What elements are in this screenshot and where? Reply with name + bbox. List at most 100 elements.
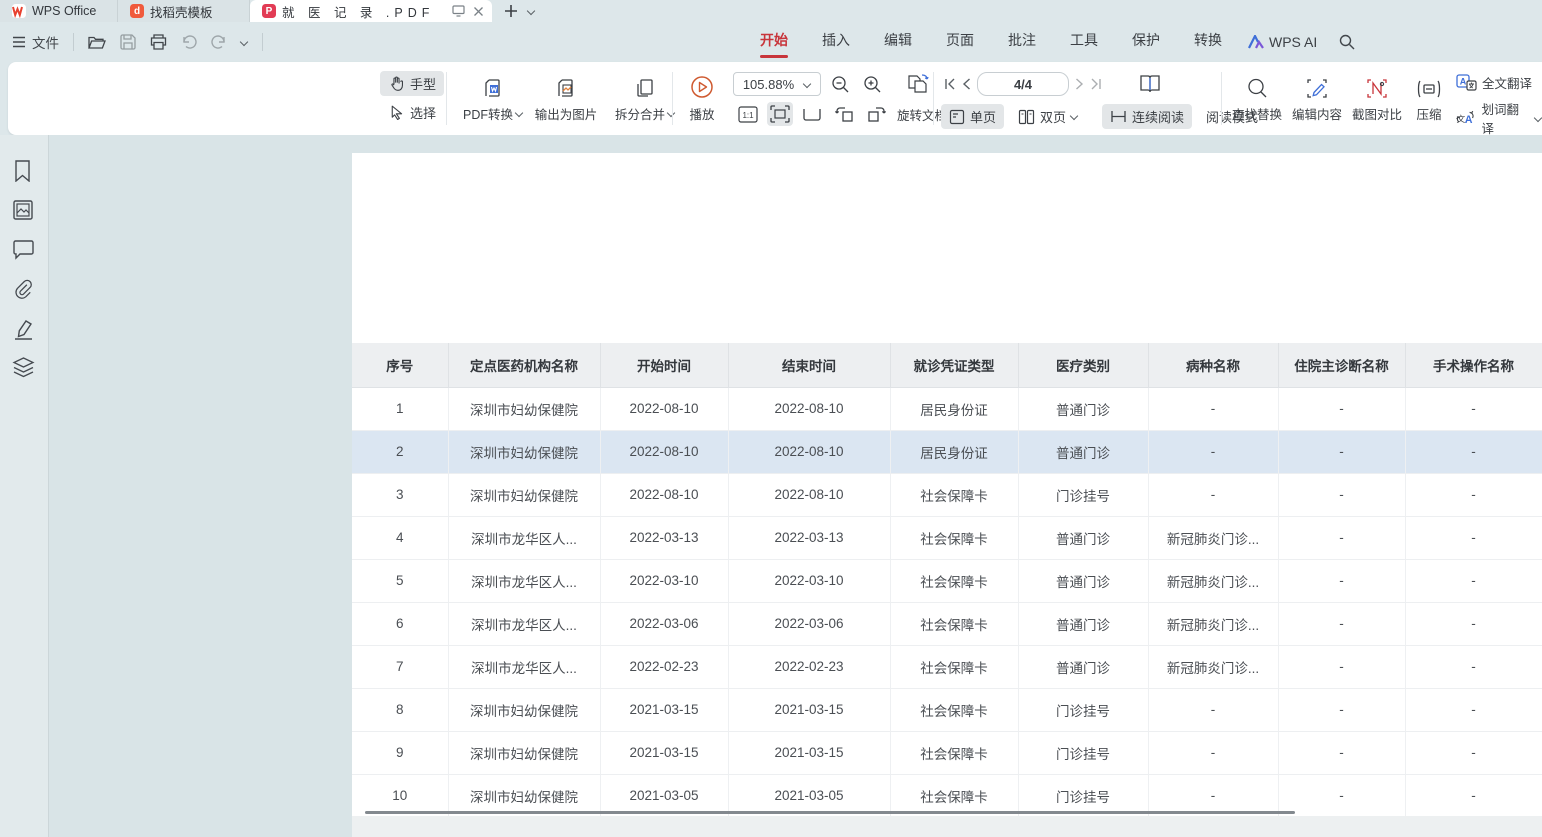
find-replace-button[interactable]: 查找替换	[1226, 74, 1288, 123]
table-cell: 5	[352, 559, 448, 602]
redo-icon[interactable]	[211, 35, 227, 49]
export-image-button[interactable]: 输出为图片	[526, 74, 606, 123]
word-translate-button[interactable]: A文 划词翻译	[1456, 99, 1542, 137]
select-tool-button[interactable]: 选择	[380, 100, 444, 125]
rotate-left-button[interactable]	[831, 102, 857, 126]
print-icon[interactable]	[150, 34, 167, 50]
table-row[interactable]: 6深圳市龙华区人...2022-03-062022-03-06社会保障卡普通门诊…	[352, 602, 1542, 645]
layers-icon[interactable]	[12, 357, 35, 378]
signature-icon[interactable]	[12, 318, 35, 341]
menu-home[interactable]: 开始	[758, 28, 790, 56]
single-page-icon	[949, 109, 965, 125]
screenshot-compare-button[interactable]: 截图对比	[1346, 74, 1408, 123]
table-cell: 2022-08-10	[600, 473, 728, 516]
last-page-button[interactable]	[1090, 78, 1102, 90]
wps-ai-entry[interactable]: WPS AI	[1248, 34, 1317, 50]
read-mode-icon[interactable]	[1138, 73, 1162, 95]
svg-text:A: A	[1460, 76, 1467, 86]
attachment-icon[interactable]	[12, 278, 35, 301]
table-row[interactable]: 9深圳市妇幼保健院2021-03-152021-03-15社会保障卡门诊挂号--…	[352, 731, 1542, 774]
next-page-button[interactable]	[1075, 78, 1084, 90]
rotate-doc-button[interactable]: 旋转文档	[897, 105, 947, 124]
double-page-icon	[1018, 109, 1035, 125]
menu-convert[interactable]: 转换	[1192, 28, 1224, 56]
left-panel-strip	[0, 135, 49, 837]
quickbar-chevron-icon[interactable]	[241, 39, 248, 46]
bookmark-icon[interactable]	[12, 160, 33, 182]
single-page-button[interactable]: 单页	[941, 104, 1004, 129]
ribbon-panel: 手型 选择 PDF转换 输出为图片 拆分合并 播放 105	[8, 62, 1542, 135]
edit-content-icon	[1305, 74, 1329, 100]
window-tab-bar: WPS Office d 找稻壳模板 P 就 医 记 录 .PDF	[0, 0, 1542, 22]
monitor-icon[interactable]	[452, 5, 465, 17]
table-cell: 社会保障卡	[890, 688, 1018, 731]
table-row[interactable]: 7深圳市龙华区人...2022-02-232022-02-23社会保障卡普通门诊…	[352, 645, 1542, 688]
tab-list-chevron-icon[interactable]	[528, 8, 535, 15]
table-cell: 7	[352, 645, 448, 688]
tab-label: 就 医 记 录 .PDF	[282, 2, 434, 21]
swap-pages-button[interactable]	[905, 72, 931, 96]
table-horizontal-scrollbar[interactable]	[365, 811, 1295, 814]
tab-wps-office[interactable]: WPS Office	[0, 0, 118, 22]
file-menu[interactable]: 文件	[12, 32, 59, 52]
menu-search-icon[interactable]	[1339, 34, 1355, 50]
zoom-out-button[interactable]	[827, 72, 853, 96]
close-tab-icon[interactable]	[473, 6, 484, 17]
compress-button[interactable]: 压缩	[1406, 74, 1452, 123]
word-translate-icon: A文	[1456, 109, 1476, 127]
fit-page-button[interactable]	[767, 102, 793, 126]
rotate-right-button[interactable]	[863, 102, 889, 126]
new-tab-button[interactable]	[504, 4, 518, 18]
table-cell: 深圳市妇幼保健院	[448, 731, 600, 774]
full-translate-icon: A	[1456, 74, 1477, 92]
page-indicator-input[interactable]: 4/4	[977, 72, 1069, 96]
play-button[interactable]: 播放	[680, 74, 724, 123]
table-cell: 2022-08-10	[728, 430, 890, 473]
table-cell: 普通门诊	[1018, 387, 1148, 430]
wps-ai-icon	[1248, 35, 1264, 49]
zoom-in-button[interactable]	[859, 72, 885, 96]
table-row[interactable]: 1深圳市妇幼保健院2022-08-102022-08-10居民身份证普通门诊--…	[352, 387, 1542, 430]
thumbnail-icon[interactable]	[12, 199, 34, 221]
double-page-button[interactable]: 双页	[1010, 104, 1086, 129]
menu-page[interactable]: 页面	[944, 28, 976, 56]
table-cell: 9	[352, 731, 448, 774]
zoom-level-select[interactable]: 105.88%	[733, 72, 821, 96]
table-cell: 社会保障卡	[890, 731, 1018, 774]
fit-width-button[interactable]	[799, 102, 825, 126]
table-cell: 3	[352, 473, 448, 516]
save-icon[interactable]	[120, 34, 136, 50]
table-cell: -	[1148, 688, 1278, 731]
undo-icon[interactable]	[181, 35, 197, 49]
hand-tool-button[interactable]: 手型	[380, 71, 444, 96]
table-cell: 6	[352, 602, 448, 645]
hand-icon	[388, 75, 405, 92]
menu-edit[interactable]: 编辑	[882, 28, 914, 56]
table-cell: -	[1148, 387, 1278, 430]
table-row[interactable]: 2深圳市妇幼保健院2022-08-102022-08-10居民身份证普通门诊--…	[352, 430, 1542, 473]
comment-icon[interactable]	[12, 239, 35, 260]
full-translate-button[interactable]: A 全文翻译	[1456, 73, 1542, 92]
table-cell: 深圳市妇幼保健院	[448, 387, 600, 430]
table-row[interactable]: 8深圳市妇幼保健院2021-03-152021-03-15社会保障卡门诊挂号--…	[352, 688, 1542, 731]
actual-size-button[interactable]: 1:1	[735, 102, 761, 126]
table-row[interactable]: 5深圳市龙华区人...2022-03-102022-03-10社会保障卡普通门诊…	[352, 559, 1542, 602]
tab-medical-record-pdf[interactable]: P 就 医 记 录 .PDF	[250, 0, 492, 22]
menu-insert[interactable]: 插入	[820, 28, 852, 56]
continuous-read-button[interactable]: 连续阅读	[1102, 104, 1192, 129]
menu-protect[interactable]: 保护	[1130, 28, 1162, 56]
table-row[interactable]: 4深圳市龙华区人...2022-03-132022-03-13社会保障卡普通门诊…	[352, 516, 1542, 559]
menu-comment[interactable]: 批注	[1006, 28, 1038, 56]
table-row[interactable]: 3深圳市妇幼保健院2022-08-102022-08-10社会保障卡门诊挂号--…	[352, 473, 1542, 516]
document-viewport[interactable]: 序号 定点医药机构名称 开始时间 结束时间 就诊凭证类型 医疗类别 病种名称 住…	[49, 135, 1542, 837]
first-page-button[interactable]	[944, 78, 956, 90]
table-cell: -	[1278, 774, 1405, 817]
menu-tools[interactable]: 工具	[1068, 28, 1100, 56]
table-cell: 2022-03-06	[600, 602, 728, 645]
prev-page-button[interactable]	[962, 78, 971, 90]
edit-content-button[interactable]: 编辑内容	[1286, 74, 1348, 123]
open-file-icon[interactable]	[88, 35, 106, 50]
pdf-convert-button[interactable]: PDF转换	[458, 74, 528, 123]
col-header: 开始时间	[600, 343, 728, 387]
tab-docer-template[interactable]: d 找稻壳模板	[118, 0, 250, 22]
